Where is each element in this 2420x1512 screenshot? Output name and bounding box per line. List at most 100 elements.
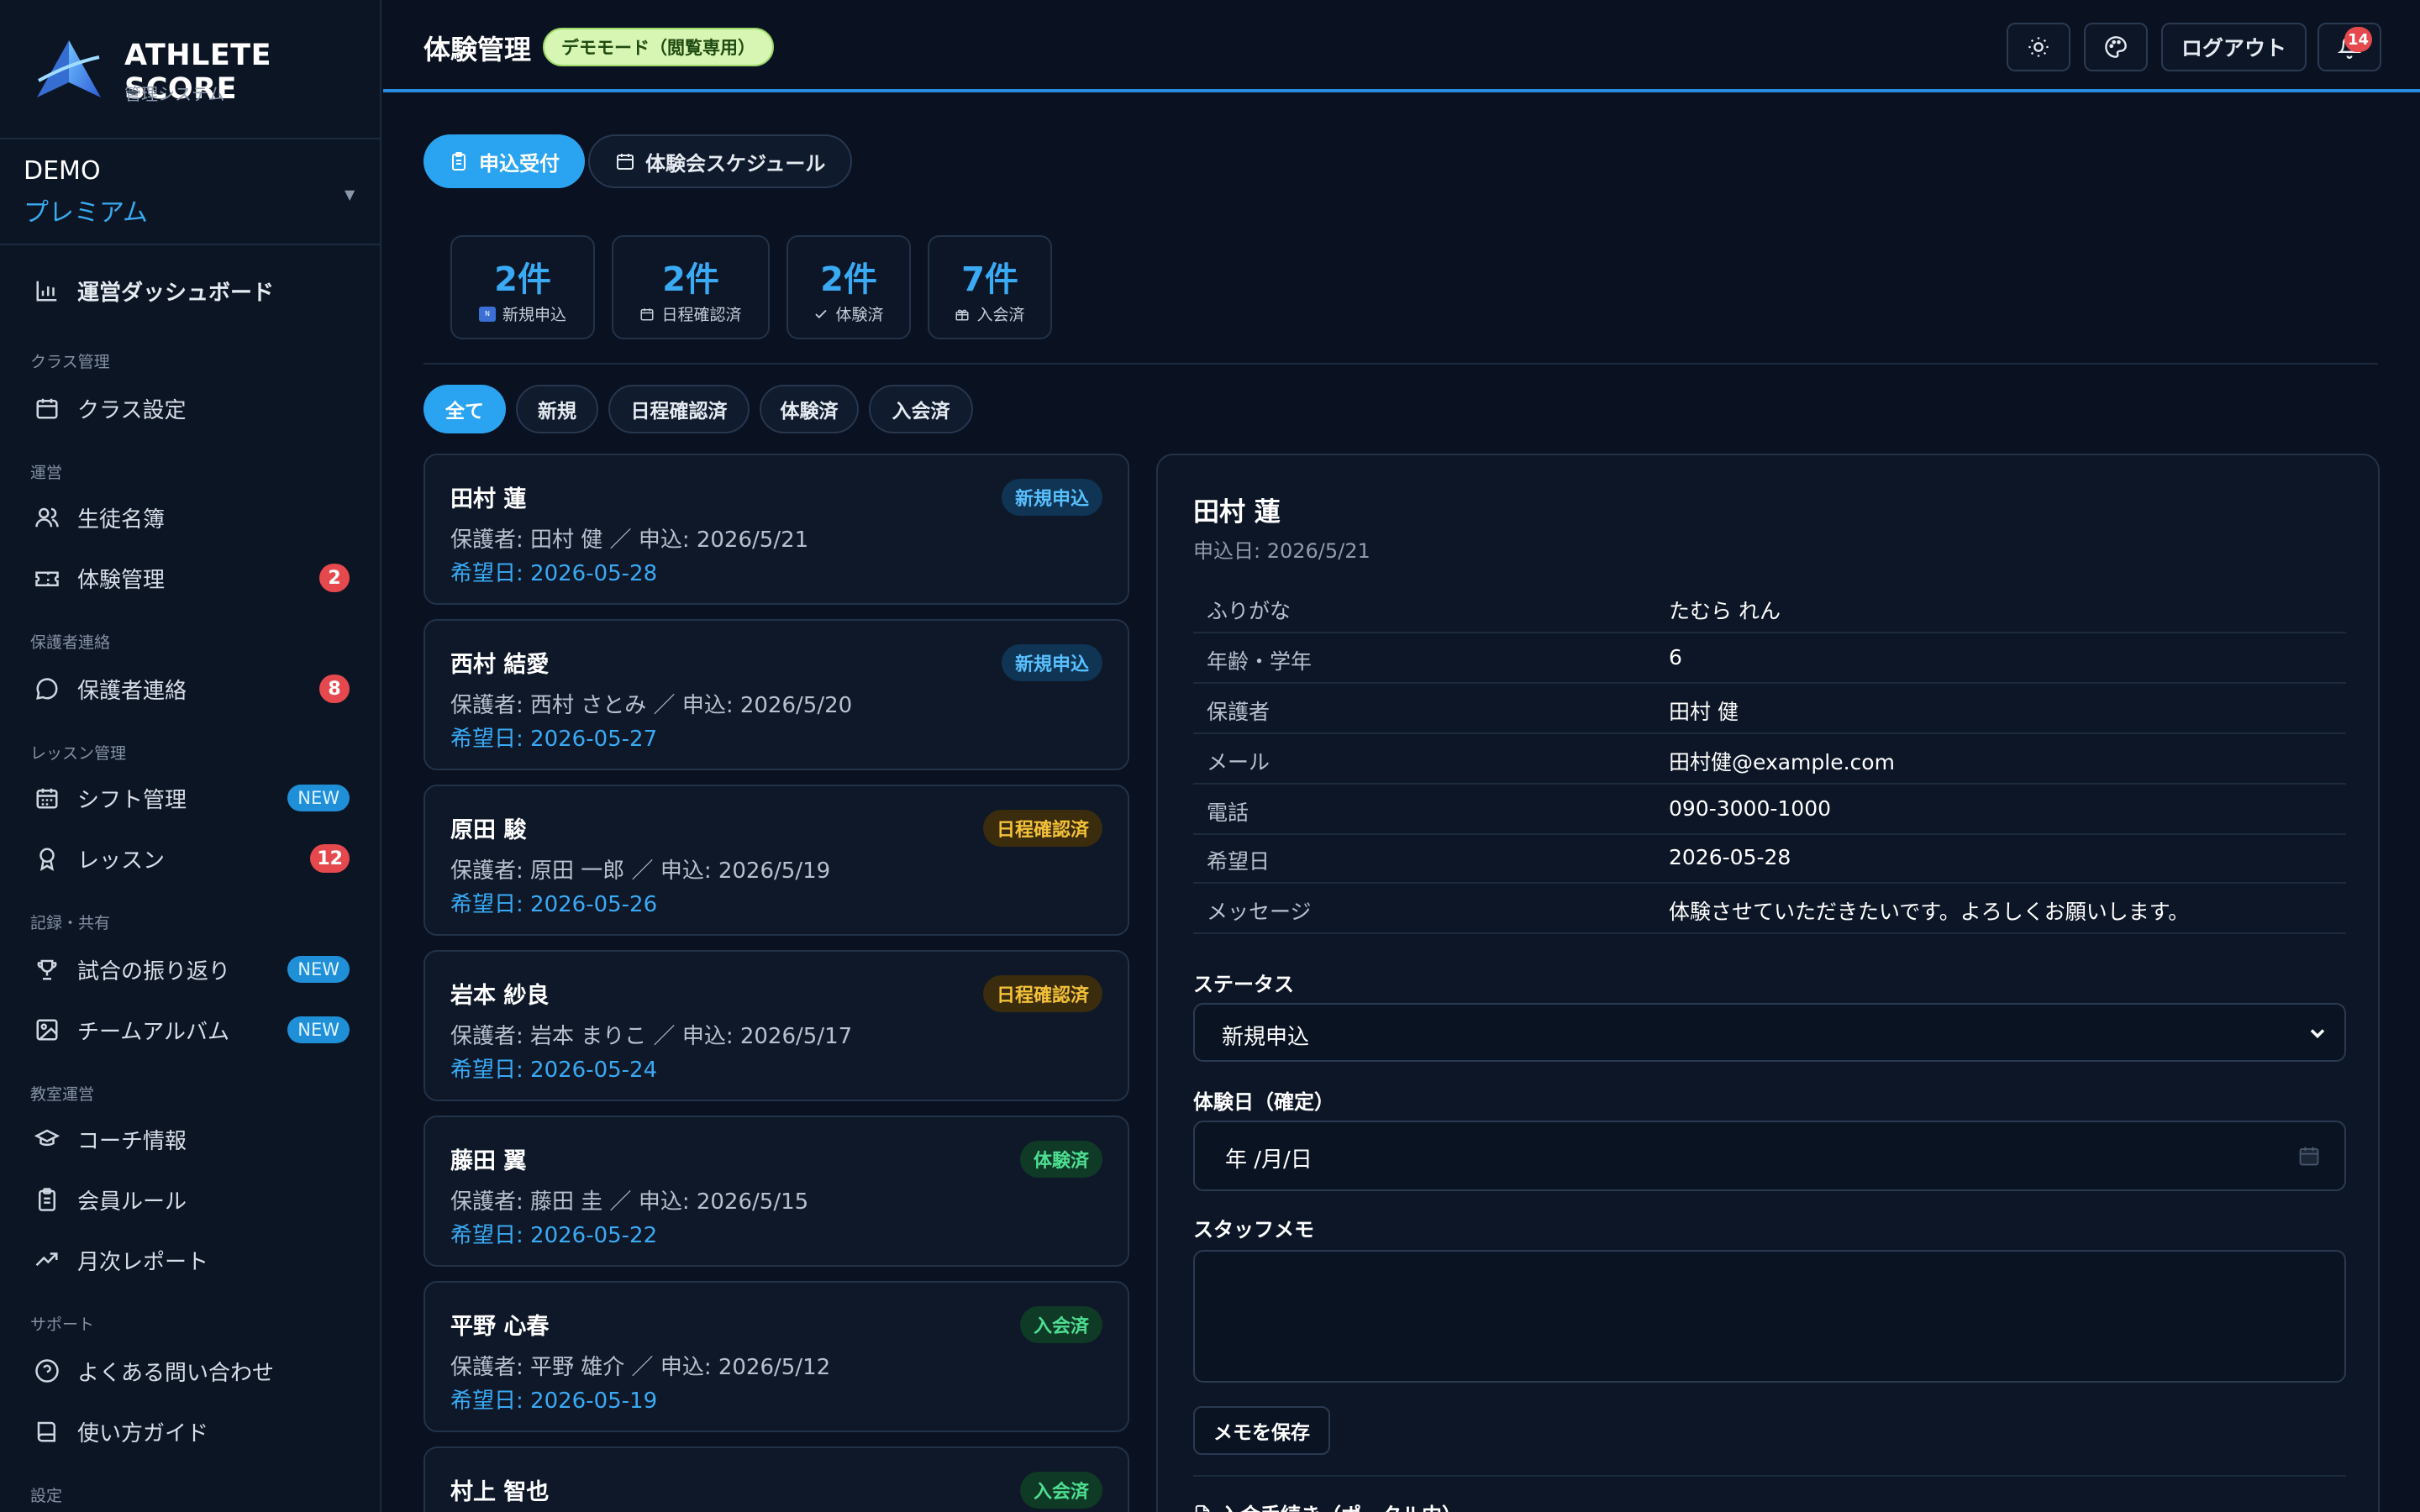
status-select-value: 新規申込 [1222, 1025, 1310, 1050]
trend-up-icon [32, 1245, 62, 1275]
stat-experienced: 2件 体験済 [786, 235, 911, 339]
sidebar-item-shift[interactable]: シフト管理 NEW [24, 774, 360, 822]
trial-card[interactable]: 西村 結愛 新規申込 保護者: 西村 さとみ ／ 申込: 2026/5/20 希… [424, 619, 1129, 770]
trophy-icon [32, 954, 62, 984]
trial-card[interactable]: 田村 蓮 新規申込 保護者: 田村 健 ／ 申込: 2026/5/21 希望日:… [424, 454, 1129, 605]
stat-confirmed: 2件 日程確認済 [612, 235, 770, 339]
child-name: 村上 智也 [450, 1479, 550, 1505]
nav-section-lesson: レッスン管理 [30, 744, 127, 763]
divider [1193, 1475, 2346, 1477]
sidebar-item-faq[interactable]: よくある問い合わせ [24, 1347, 360, 1394]
chat-bubble-icon [32, 674, 62, 704]
sidebar: ATHLETE SCORE 管理システム DEMO プレミアム ▼ 運営ダッシュ… [0, 0, 381, 1512]
theme-toggle-button[interactable] [2007, 23, 2070, 71]
trial-card[interactable]: 岩本 紗良 日程確認済 保護者: 岩本 まりこ ／ 申込: 2026/5/17 … [424, 950, 1129, 1101]
detail-value: 090-3000-1000 [1669, 796, 1832, 821]
calendar-icon [615, 151, 635, 171]
sidebar-item-album[interactable]: チームアルバム NEW [24, 1006, 360, 1053]
guardian-count-badge: 8 [319, 675, 350, 703]
sidebar-item-monthly[interactable]: 月次レポート [24, 1236, 360, 1284]
stat-value: 2件 [820, 260, 877, 299]
logout-button[interactable]: ログアウト [2161, 23, 2307, 71]
filter-joined[interactable]: 入会済 [869, 385, 973, 433]
stat-value: 2件 [494, 260, 551, 299]
calendar-icon[interactable] [2297, 1144, 2321, 1168]
detail-row: 電話 090-3000-1000 [1193, 785, 2346, 835]
sidebar-item-lesson[interactable]: レッスン 12 [24, 835, 360, 882]
detail-key: メール [1207, 750, 1270, 774]
stat-label: 新規申込 [502, 306, 566, 324]
enrollment-section-heading: 入会手続き（ポータル内） [1193, 1499, 1462, 1512]
card-desired-date: 希望日: 2026-05-19 [450, 1389, 658, 1414]
trial-date-input[interactable]: 年 /月/日 [1193, 1121, 2346, 1191]
trial-card[interactable]: 原田 駿 日程確認済 保護者: 原田 一郎 ／ 申込: 2026/5/19 希望… [424, 785, 1129, 936]
sidebar-item-guardian-contact[interactable]: 保護者連絡 8 [24, 665, 360, 712]
sidebar-item-label: レッスン [77, 848, 166, 874]
sidebar-item-students[interactable]: 生徒名簿 [24, 494, 360, 541]
card-desired-date: 希望日: 2026-05-22 [450, 1223, 658, 1248]
sidebar-item-label: シフト管理 [77, 787, 187, 813]
filter-confirmed[interactable]: 日程確認済 [608, 385, 750, 433]
card-meta: 保護者: 岩本 まりこ ／ 申込: 2026/5/17 [450, 1024, 853, 1049]
document-icon [1195, 1504, 1210, 1512]
sidebar-item-label: 使い方ガイド [77, 1420, 209, 1446]
detail-row: メッセージ 体験させていただきたいです。よろしくお願いします。 [1193, 884, 2346, 934]
stat-new: 2件 N 新規申込 [450, 235, 595, 339]
book-icon [32, 1416, 62, 1446]
tenant-switcher[interactable]: DEMO プレミアム ▼ [0, 139, 381, 245]
status-select[interactable]: 新規申込 [1193, 1003, 2346, 1062]
detail-value: 田村 健 [1669, 700, 1739, 724]
status-label: ステータス [1193, 973, 1294, 996]
staff-memo-textarea[interactable] [1193, 1250, 2346, 1383]
sidebar-item-class-settings[interactable]: クラス設定 [24, 385, 360, 432]
filter-experienced[interactable]: 体験済 [760, 385, 859, 433]
sidebar-item-guide[interactable]: 使い方ガイド [24, 1408, 360, 1455]
sidebar-item-coach[interactable]: コーチ情報 [24, 1116, 360, 1163]
status-badge: 日程確認済 [982, 975, 1102, 1012]
sidebar-item-rules[interactable]: 会員ルール [24, 1176, 360, 1223]
sidebar-item-label: よくある問い合わせ [77, 1360, 275, 1386]
trial-card[interactable]: 藤田 翼 体験済 保護者: 藤田 圭 ／ 申込: 2026/5/15 希望日: … [424, 1116, 1129, 1267]
tab-schedule[interactable]: 体験会スケジュール [588, 134, 853, 188]
filter-all[interactable]: 全て [424, 385, 506, 433]
tab-label: 体験会スケジュール [645, 151, 826, 176]
sidebar-item-match-review[interactable]: 試合の振り返り NEW [24, 946, 360, 993]
detail-row: 保護者 田村 健 [1193, 684, 2346, 734]
status-badge: 日程確認済 [982, 810, 1102, 847]
calendar-icon [32, 393, 62, 423]
brand[interactable]: ATHLETE SCORE 管理システム [0, 0, 381, 139]
trial-card[interactable]: 村上 智也 入会済 [424, 1446, 1129, 1512]
detail-key: メッセージ [1207, 900, 1312, 924]
sidebar-item-label: 会員ルール [77, 1189, 187, 1215]
card-desired-date: 希望日: 2026-05-26 [450, 892, 658, 917]
save-memo-button[interactable]: メモを保存 [1193, 1406, 1330, 1455]
sidebar-item-label: 生徒名簿 [77, 507, 166, 533]
sidebar-item-dashboard[interactable]: 運営ダッシュボード [24, 267, 360, 314]
brand-subtitle: 管理システム [124, 84, 225, 104]
card-desired-date: 希望日: 2026-05-24 [450, 1058, 658, 1083]
detail-name: 田村 蓮 [1193, 497, 1281, 528]
users-icon [32, 502, 62, 533]
nav-section-record: 記録・共有 [30, 914, 111, 932]
detail-row: 年齢・学年 6 [1193, 633, 2346, 684]
nav-section-support: サポート [30, 1315, 95, 1334]
help-circle-icon [32, 1356, 62, 1386]
sidebar-item-label: コーチ情報 [77, 1128, 187, 1154]
sun-icon [2028, 37, 2049, 57]
filter-new[interactable]: 新規 [516, 385, 598, 433]
child-name: 岩本 紗良 [450, 983, 550, 1009]
palette-button[interactable] [2084, 23, 2148, 71]
trial-detail-panel: 田村 蓮 申込日: 2026/5/21 ふりがな たむら れん 年齢・学年 6 … [1156, 454, 2380, 1512]
trial-card[interactable]: 平野 心春 入会済 保護者: 平野 雄介 ／ 申込: 2026/5/12 希望日… [424, 1281, 1129, 1432]
child-name: 西村 結愛 [450, 652, 550, 678]
palette-icon [2105, 36, 2127, 58]
sidebar-item-label: チームアルバム [77, 1019, 229, 1045]
child-name: 平野 心春 [450, 1314, 550, 1340]
detail-key: ふりがな [1207, 599, 1292, 623]
sidebar-item-trial[interactable]: 体験管理 2 [24, 554, 360, 601]
tab-applications[interactable]: 申込受付 [424, 134, 585, 188]
new-icon: N [478, 306, 496, 322]
status-badge: 入会済 [1019, 1472, 1102, 1509]
card-desired-date: 希望日: 2026-05-28 [450, 561, 658, 586]
detail-row: メール 田村健@example.com [1193, 734, 2346, 785]
